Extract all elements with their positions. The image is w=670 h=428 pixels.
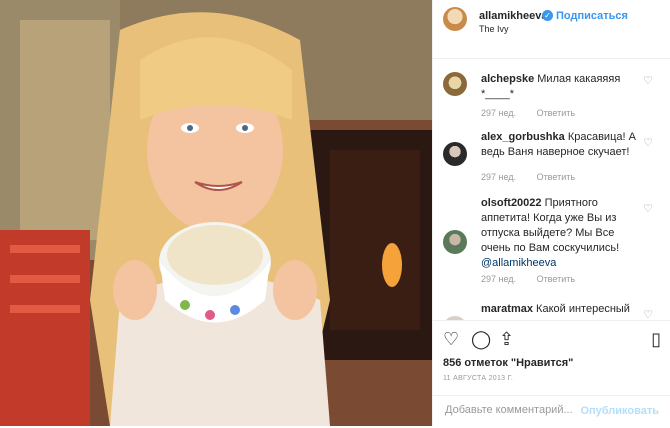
mention-link[interactable]: @allamikheeva	[481, 257, 556, 269]
post-actions: ♡ ◯ ⇪ ▯ 856 отметок "Нравится" 11 АВГУСТ…	[433, 320, 670, 427]
reply-button[interactable]: Ответить	[537, 108, 575, 118]
comment-age: 297 нед.	[481, 108, 517, 118]
location-link[interactable]: The Ivy	[479, 24, 509, 34]
post-date: 11 АВГУСТА 2013 Г.	[443, 375, 514, 382]
likes-count[interactable]: 856 отметок "Нравится"	[443, 357, 573, 369]
publish-button[interactable]: Опубликовать	[580, 405, 659, 417]
post-photo[interactable]	[0, 0, 432, 426]
like-comment-heart-icon[interactable]: ♡	[643, 202, 653, 215]
instagram-post: allamikheeva ✓ Подписаться The Ivy alche…	[0, 0, 670, 426]
follow-button[interactable]: Подписаться	[556, 10, 628, 22]
post-header: allamikheeva ✓ Подписаться The Ivy	[433, 0, 670, 59]
comment-username[interactable]: olsoft20022	[481, 197, 542, 209]
comments-list[interactable]: alchepske Милая какаяяяя *____* ♡ 297 не…	[433, 58, 670, 320]
avatar[interactable]	[443, 7, 467, 31]
comment-age: 297 нед.	[481, 274, 517, 284]
like-comment-heart-icon[interactable]: ♡	[643, 136, 653, 149]
username-link[interactable]: allamikheeva	[479, 10, 548, 22]
like-heart-icon[interactable]: ♡	[443, 329, 459, 350]
comment-input[interactable]	[443, 403, 587, 417]
avatar[interactable]	[443, 230, 467, 254]
bookmark-icon[interactable]: ▯	[651, 329, 661, 350]
comment-username[interactable]: alex_gorbushka	[481, 131, 565, 143]
avatar[interactable]	[443, 72, 467, 96]
comment-age: 297 нед.	[481, 172, 517, 182]
comment-username[interactable]: alchepske	[481, 73, 534, 85]
comment-username[interactable]: maratmax	[481, 303, 533, 315]
like-comment-heart-icon[interactable]: ♡	[643, 74, 653, 87]
share-icon[interactable]: ⇪	[499, 329, 514, 350]
verified-badge-icon: ✓	[542, 10, 553, 21]
avatar[interactable]	[443, 142, 467, 166]
reply-button[interactable]: Ответить	[537, 274, 575, 284]
post-image	[0, 0, 432, 426]
comment-text: Какой интересный	[536, 303, 630, 315]
reply-button[interactable]: Ответить	[537, 172, 575, 182]
comment-bubble-icon[interactable]: ◯	[471, 329, 491, 350]
post-sidebar: allamikheeva ✓ Подписаться The Ivy alche…	[432, 0, 670, 426]
add-comment-bar: Опубликовать	[433, 395, 670, 428]
like-comment-heart-icon[interactable]: ♡	[643, 308, 653, 320]
